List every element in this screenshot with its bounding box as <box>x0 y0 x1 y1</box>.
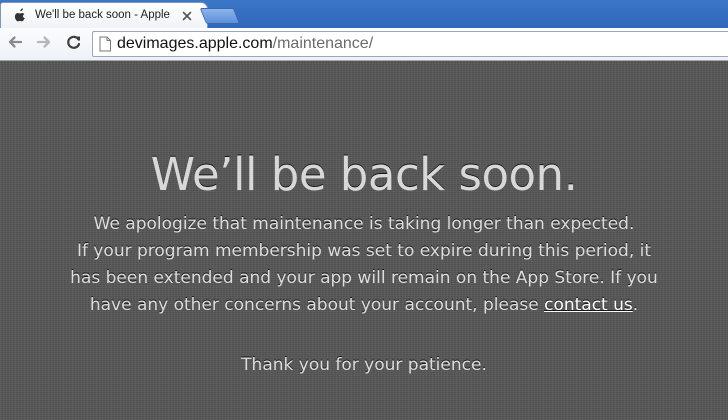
url-path: /maintenance/ <box>272 35 374 52</box>
message-punctuation: . <box>632 295 639 315</box>
reload-button[interactable] <box>64 34 84 54</box>
maintenance-page: We’ll be back soon. We apologize that ma… <box>0 61 728 420</box>
url-text[interactable]: devimages.apple.com/maintenance/ <box>117 32 373 56</box>
back-arrow-icon <box>6 33 24 55</box>
browser-toolbar: devimages.apple.com/maintenance/ <box>0 28 728 61</box>
thank-you-message: Thank you for your patience. <box>241 355 487 375</box>
message-line: We apologize that maintenance is taking … <box>93 214 635 234</box>
forward-button[interactable] <box>34 34 54 54</box>
reload-icon <box>65 33 83 55</box>
tab-title: We'll be back soon - Apple De <box>35 9 173 21</box>
close-icon[interactable] <box>181 10 193 22</box>
back-button[interactable] <box>5 34 25 54</box>
maintenance-message: We apologize that maintenance is taking … <box>8 211 720 319</box>
apple-icon <box>13 8 27 22</box>
page-icon <box>97 36 113 52</box>
tab-active[interactable]: We'll be back soon - Apple De <box>0 2 208 28</box>
message-line: have any other concerns about your accou… <box>89 295 545 315</box>
browser-window: We'll be back soon - Apple De devimages.… <box>0 0 728 420</box>
tab-strip: We'll be back soon - Apple De <box>0 0 728 28</box>
contact-us-link[interactable]: contact us <box>544 295 633 315</box>
new-tab-button[interactable] <box>199 8 241 24</box>
page-title: We’ll be back soon. <box>150 148 578 201</box>
message-line: has been extended and your app will rema… <box>70 268 658 288</box>
message-line: If your program membership was set to ex… <box>76 241 652 261</box>
address-bar[interactable]: devimages.apple.com/maintenance/ <box>92 31 728 57</box>
forward-arrow-icon <box>35 33 53 55</box>
url-host: devimages.apple.com <box>117 35 273 52</box>
